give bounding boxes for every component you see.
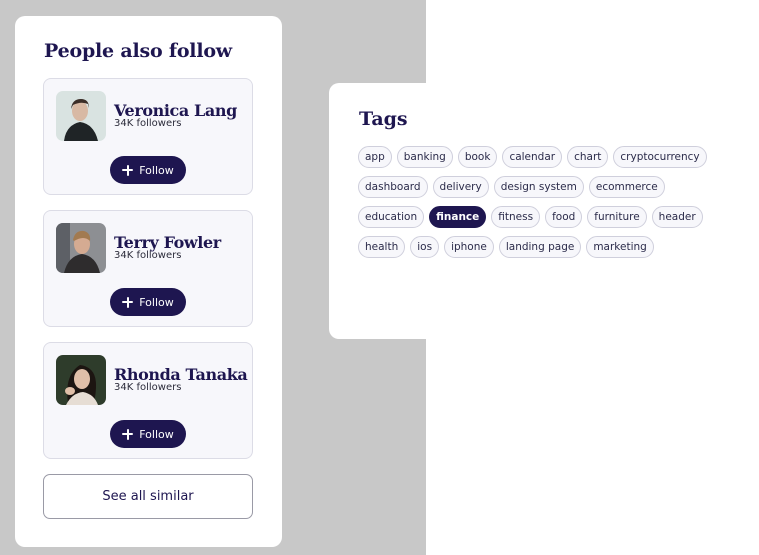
- plus-icon: [122, 164, 134, 176]
- tag-chip[interactable]: fitness: [491, 206, 541, 228]
- tags-list: app banking book calendar chart cryptocu…: [358, 146, 718, 258]
- plus-icon: [122, 428, 134, 440]
- person-card: Rhonda Tanaka 34K followers Follow: [43, 342, 253, 459]
- tag-chip[interactable]: banking: [396, 146, 453, 168]
- person-card: Veronica Lang 34K followers Follow: [43, 78, 253, 195]
- follow-button-label: Follow: [139, 163, 174, 177]
- tag-chip[interactable]: ecommerce: [588, 176, 665, 198]
- follow-button[interactable]: Follow: [110, 420, 186, 448]
- tag-chip[interactable]: app: [358, 146, 392, 168]
- avatar[interactable]: [56, 91, 106, 141]
- follow-button[interactable]: Follow: [110, 288, 186, 316]
- tags-title: Tags: [359, 108, 408, 130]
- people-also-follow-panel: People also follow Veronica Lang 34K fol…: [15, 16, 282, 547]
- tag-chip[interactable]: ios: [410, 236, 440, 258]
- tag-chip[interactable]: delivery: [432, 176, 489, 198]
- follow-button-label: Follow: [139, 427, 174, 441]
- follower-count: 34K followers: [114, 118, 182, 129]
- see-all-similar-button[interactable]: See all similar: [43, 474, 253, 519]
- tag-chip[interactable]: dashboard: [358, 176, 428, 198]
- tag-chip[interactable]: header: [651, 206, 703, 228]
- avatar[interactable]: [56, 355, 106, 405]
- follow-button[interactable]: Follow: [110, 156, 186, 184]
- tag-chip[interactable]: health: [358, 236, 406, 258]
- tag-chip[interactable]: iphone: [444, 236, 494, 258]
- tag-chip[interactable]: calendar: [502, 146, 563, 168]
- tag-chip[interactable]: landing page: [498, 236, 582, 258]
- tag-chip[interactable]: book: [457, 146, 498, 168]
- tag-chip[interactable]: food: [545, 206, 583, 228]
- tag-chip[interactable]: furniture: [587, 206, 647, 228]
- follower-count: 34K followers: [114, 382, 182, 393]
- tag-chip[interactable]: chart: [567, 146, 609, 168]
- tags-panel: Tags app banking book calendar chart cry…: [329, 83, 759, 339]
- person-card: Terry Fowler 34K followers Follow: [43, 210, 253, 327]
- plus-icon: [122, 296, 134, 308]
- tag-chip[interactable]: cryptocurrency: [613, 146, 707, 168]
- tag-chip[interactable]: education: [358, 206, 425, 228]
- follower-count: 34K followers: [114, 250, 182, 261]
- avatar[interactable]: [56, 223, 106, 273]
- tag-chip[interactable]: marketing: [586, 236, 654, 258]
- tag-chip-active[interactable]: finance: [429, 206, 487, 228]
- follow-button-label: Follow: [139, 295, 174, 309]
- tag-chip[interactable]: design system: [493, 176, 584, 198]
- panel-title: People also follow: [44, 40, 232, 62]
